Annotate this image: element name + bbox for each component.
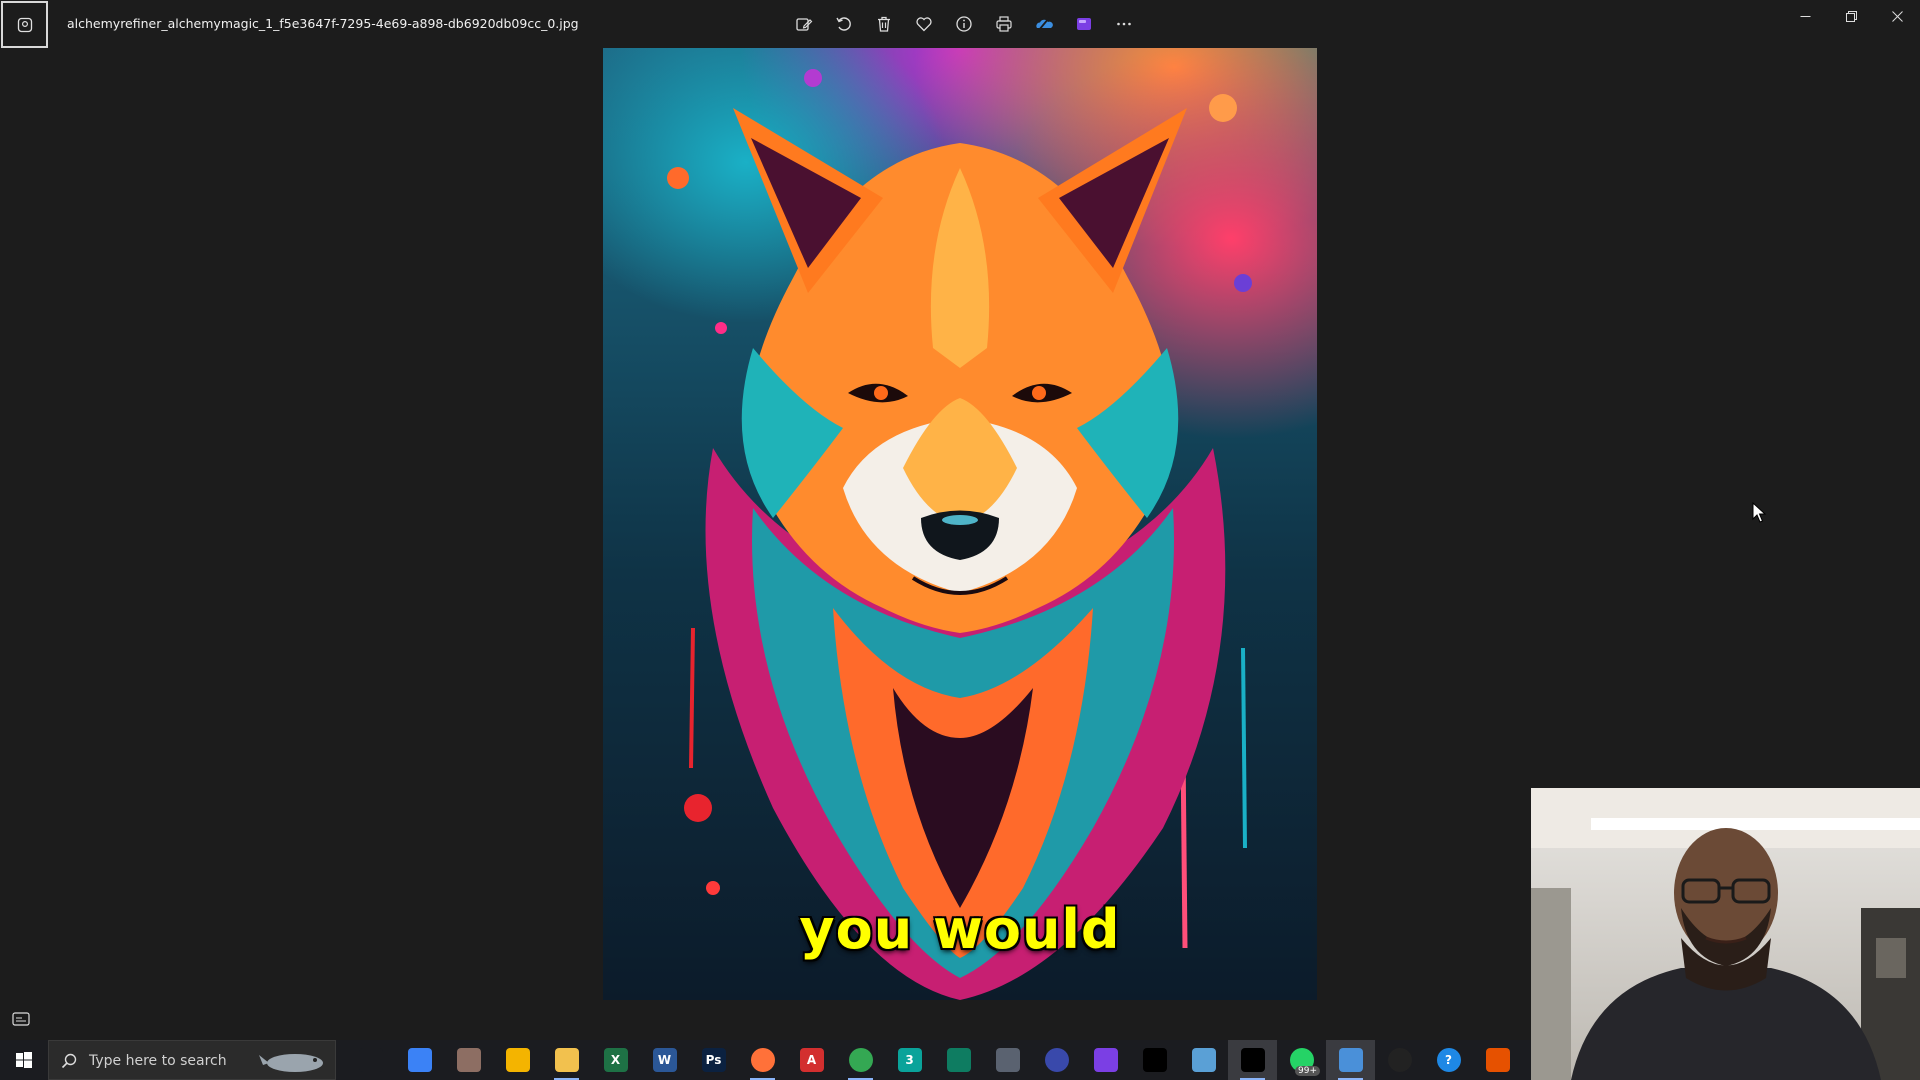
taskbar-app-circle-button[interactable] <box>1032 1040 1081 1080</box>
taskbar-app-3-button[interactable]: 3 <box>885 1040 934 1080</box>
taskbar-capcut-2-button[interactable] <box>1228 1040 1277 1080</box>
task-view-icon <box>358 1048 383 1072</box>
clipchamp-button[interactable] <box>1070 10 1098 38</box>
webcam-overlay <box>1531 788 1920 1080</box>
copilot-icon <box>407 1048 432 1072</box>
taskbar-excel-button[interactable]: X <box>591 1040 640 1080</box>
taskbar-notepad-button[interactable] <box>1179 1040 1228 1080</box>
favorite-button[interactable] <box>910 10 938 38</box>
viewer-toolbar <box>790 10 1138 38</box>
app-green-icon <box>946 1048 971 1072</box>
taskbar-media-player-button[interactable] <box>493 1040 542 1080</box>
taskbar-search[interactable]: Type here to search <box>48 1040 336 1080</box>
close-icon <box>1891 10 1903 22</box>
delete-icon <box>878 16 890 32</box>
notepad-icon <box>1191 1048 1216 1072</box>
taskbar-acrobat-button[interactable]: A <box>787 1040 836 1080</box>
windows-logo-icon <box>16 1052 32 1068</box>
file-name: alchemyrefiner_alchemymagic_1_f5e3647f-7… <box>67 16 579 31</box>
video-caption: you would <box>799 898 1121 961</box>
mouse-cursor-icon <box>1752 502 1766 523</box>
calculator-icon <box>995 1048 1020 1072</box>
excel-icon: X <box>603 1048 628 1072</box>
app-3-icon: 3 <box>897 1048 922 1072</box>
photos-icon <box>17 17 32 32</box>
taskbar-copilot-button[interactable] <box>395 1040 444 1080</box>
start-button[interactable] <box>0 1040 48 1080</box>
taskbar-paint-button[interactable] <box>444 1040 493 1080</box>
print-button[interactable] <box>990 10 1018 38</box>
print-icon <box>996 16 1012 32</box>
taskbar-calculator-button[interactable] <box>983 1040 1032 1080</box>
taskbar-obs-button[interactable] <box>1375 1040 1424 1080</box>
chrome-icon <box>848 1048 873 1072</box>
app-circle-icon <box>1044 1048 1069 1072</box>
wolf-artwork-image: you would <box>603 48 1317 1000</box>
presenter-video <box>1531 788 1920 1080</box>
window-controls <box>1782 0 1920 32</box>
captions-icon[interactable] <box>12 1012 30 1026</box>
media-player-icon <box>505 1048 530 1072</box>
delete-button[interactable] <box>870 10 898 38</box>
taskbar-task-view-button[interactable] <box>346 1040 395 1080</box>
taskbar-app-green-button[interactable] <box>934 1040 983 1080</box>
taskbar-firefox-button[interactable] <box>738 1040 787 1080</box>
photos-app-icon[interactable] <box>1 1 48 48</box>
firefox-icon <box>750 1048 775 1072</box>
info-button[interactable] <box>950 10 978 38</box>
photoshop-icon: Ps <box>701 1048 726 1072</box>
minimize-button[interactable] <box>1782 0 1828 32</box>
onedrive-icon <box>1036 17 1053 31</box>
taskbar-app-last-button[interactable] <box>1473 1040 1522 1080</box>
heart-icon <box>916 17 932 32</box>
rotate-button[interactable] <box>830 10 858 38</box>
title-bar: alchemyrefiner_alchemymagic_1_f5e3647f-7… <box>0 0 1920 48</box>
clipchamp-icon <box>1077 18 1091 30</box>
onedrive-button[interactable] <box>1030 10 1058 38</box>
edit-image-icon <box>796 18 813 31</box>
acrobat-icon: A <box>799 1048 824 1072</box>
taskbar-photoshop-button[interactable]: Ps <box>689 1040 738 1080</box>
restore-button[interactable] <box>1828 0 1874 32</box>
taskbar-capcut-button[interactable] <box>1130 1040 1179 1080</box>
edit-image-button[interactable] <box>790 10 818 38</box>
taskbar-word-button[interactable]: W <box>640 1040 689 1080</box>
search-icon <box>61 1053 77 1069</box>
word-icon: W <box>652 1048 677 1072</box>
paint-icon <box>456 1048 481 1072</box>
rotate-icon <box>836 17 851 31</box>
restore-icon <box>1845 10 1857 22</box>
help-icon: ? <box>1436 1048 1461 1072</box>
close-button[interactable] <box>1874 0 1920 32</box>
search-highlight-illustration-icon <box>259 1054 323 1072</box>
taskbar-whatsapp-button[interactable]: 99+ <box>1277 1040 1326 1080</box>
minimize-icon <box>1800 15 1810 17</box>
capcut-2-icon <box>1240 1048 1265 1072</box>
info-icon <box>956 16 972 32</box>
app-last-icon <box>1485 1048 1510 1072</box>
photos-icon <box>1338 1048 1363 1072</box>
more-icon <box>1117 22 1131 26</box>
capcut-icon <box>1142 1048 1167 1072</box>
notification-badge: 99+ <box>1295 1066 1320 1076</box>
taskbar-file-explorer-button[interactable] <box>542 1040 591 1080</box>
file-explorer-icon <box>554 1048 579 1072</box>
taskbar: Type here to search X W Ps A 3 99+? <box>0 1040 1531 1080</box>
search-placeholder: Type here to search <box>89 1053 227 1069</box>
pinned-apps: X W Ps A 3 99+? <box>346 1040 1522 1080</box>
taskbar-chrome-button[interactable] <box>836 1040 885 1080</box>
wolf-illustration <box>667 69 1252 1000</box>
clipchamp-icon <box>1093 1048 1118 1072</box>
obs-icon <box>1387 1048 1412 1072</box>
taskbar-help-button[interactable]: ? <box>1424 1040 1473 1080</box>
more-button[interactable] <box>1110 10 1138 38</box>
taskbar-clipchamp-button[interactable] <box>1081 1040 1130 1080</box>
taskbar-photos-button[interactable] <box>1326 1040 1375 1080</box>
